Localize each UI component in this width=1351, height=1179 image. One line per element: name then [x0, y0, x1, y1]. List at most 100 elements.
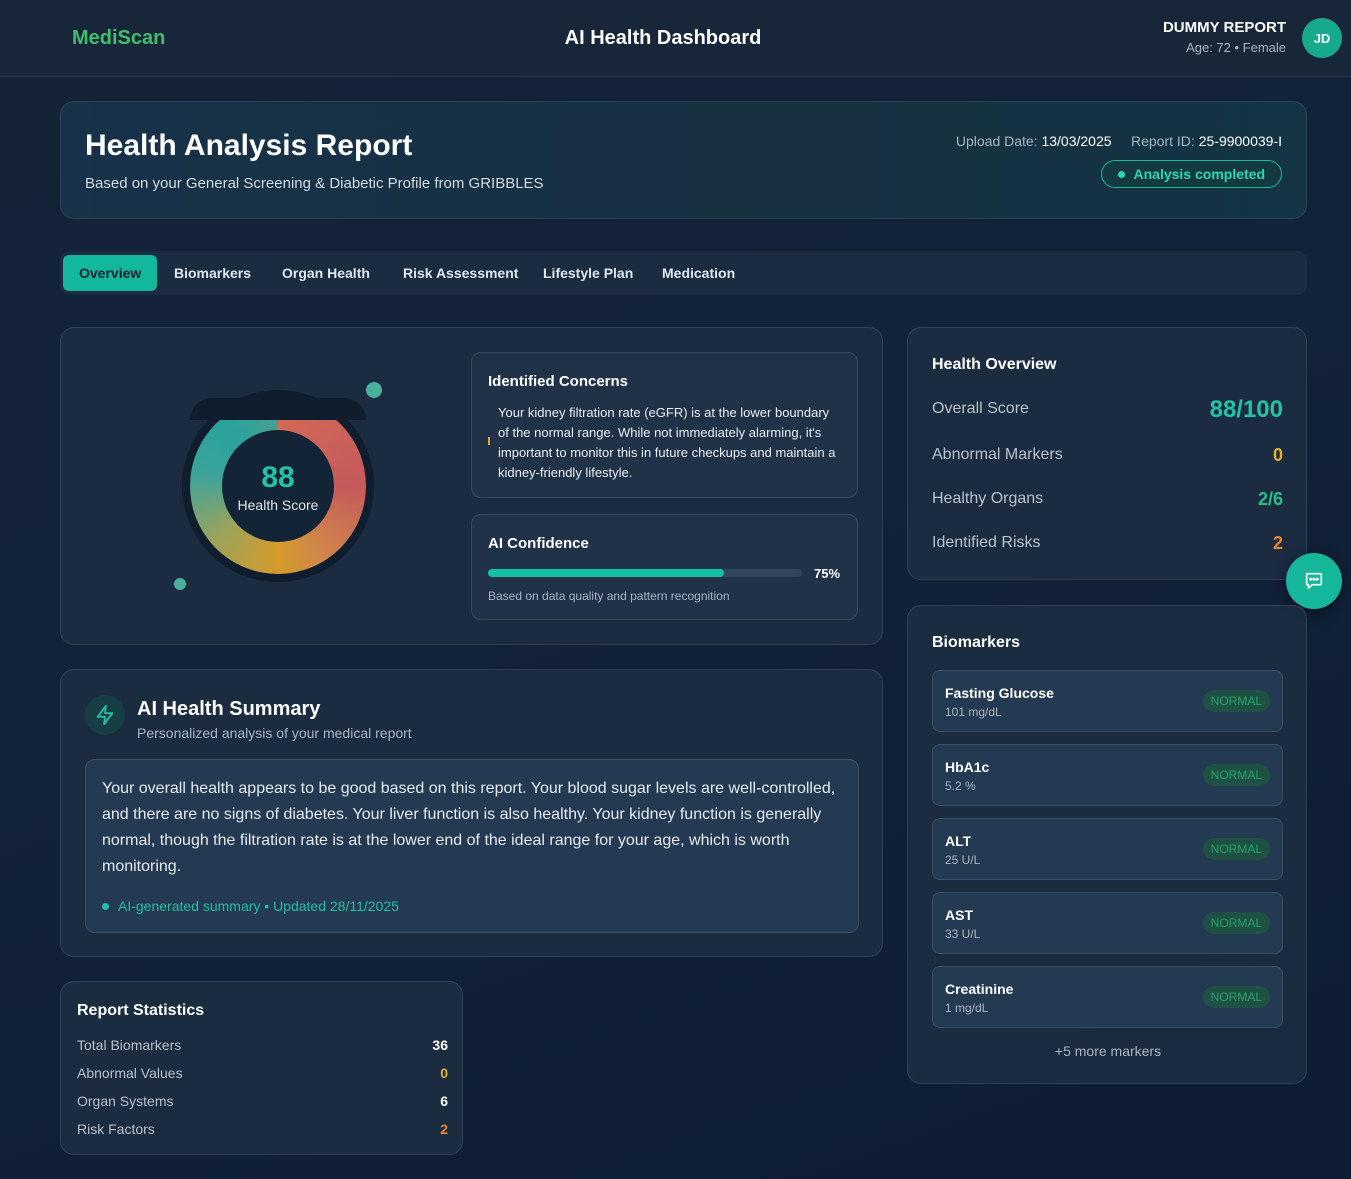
decorative-orb [366, 382, 382, 398]
upload-date: 13/03/2025 [1041, 133, 1112, 149]
top-bar: MediScan AI Health Dashboard DUMMY REPOR… [0, 0, 1351, 77]
biomarker-name: AST [945, 907, 973, 923]
identified-concerns-panel: Identified Concerns Your kidney filtrati… [471, 352, 858, 498]
overview-label: Overall Score [932, 400, 1029, 417]
confidence-note: Based on data quality and pattern recogn… [488, 589, 730, 603]
stat-row: Risk Factors 2 [77, 1121, 448, 1137]
stat-value: 0 [440, 1065, 448, 1081]
tab-bar: Overview Biomarkers Organ Health Risk As… [60, 251, 1307, 295]
biomarker-value: 25 U/L [945, 853, 981, 867]
biomarkers-card: Biomarkers Fasting Glucose 101 mg/dL NOR… [907, 605, 1307, 1084]
confidence-progress-track [488, 569, 802, 577]
page-title: Health Analysis Report [85, 129, 413, 162]
stat-label: Risk Factors [77, 1121, 155, 1137]
biomarker-value: 33 U/L [945, 927, 981, 941]
biomarker-value: 1 mg/dL [945, 1001, 989, 1015]
score-center: 88 Health Score [222, 430, 334, 542]
overall-score-value: 88/100 [1209, 396, 1283, 423]
tab-risk-assessment[interactable]: Risk Assessment [387, 255, 534, 291]
overview-title: Health Overview [932, 356, 1057, 373]
biomarker-name: HbA1c [945, 759, 990, 775]
warning-marker [488, 437, 490, 445]
overview-row: Overall Score 88/100 [932, 396, 1283, 423]
stat-value: 2 [440, 1121, 448, 1137]
overview-row: Abnormal Markers 0 [932, 445, 1283, 465]
report-subtitle: Based on your General Screening & Diabet… [85, 175, 544, 192]
status-text: Analysis completed [1133, 166, 1266, 182]
stat-row: Organ Systems 6 [77, 1093, 448, 1109]
tab-lifestyle-plan[interactable]: Lifestyle Plan [527, 255, 649, 291]
biomarker-value: 5.2 % [945, 779, 976, 793]
biomarker-name: ALT [945, 833, 972, 849]
health-score-label: Health Score [237, 497, 319, 513]
ai-summary-card: AI Health Summary Personalized analysis … [60, 669, 883, 957]
lightning-icon [85, 695, 125, 735]
summary-dot-icon [102, 903, 109, 910]
overview-value: 2 [1272, 533, 1283, 553]
overview-value: 2/6 [1257, 489, 1283, 509]
concerns-text: Your kidney filtration rate (eGFR) is at… [498, 405, 836, 480]
user-name: DUMMY REPORT [1162, 19, 1286, 36]
health-score-value: 88 [261, 461, 295, 494]
tab-medication[interactable]: Medication [646, 255, 751, 291]
stat-row: Total Biomarkers 36 [77, 1037, 448, 1053]
stats-title: Report Statistics [77, 1002, 205, 1019]
biomarker-item[interactable]: AST 33 U/L NORMAL [932, 892, 1283, 954]
health-overview-card: Health Overview Overall Score 88/100 Abn… [907, 327, 1307, 580]
report-id-label: Report ID: [1131, 133, 1195, 149]
biomarker-item[interactable]: Fasting Glucose 101 mg/dL NORMAL [932, 670, 1283, 732]
confidence-percent: 75% [814, 566, 841, 581]
biomarkers-title: Biomarkers [932, 634, 1021, 651]
report-id: 25-9900039-I [1198, 133, 1282, 149]
biomarker-value: 101 mg/dL [945, 705, 1002, 719]
chat-button[interactable] [1286, 553, 1342, 609]
stat-value: 6 [440, 1093, 448, 1109]
overview-value: 0 [1272, 445, 1283, 465]
tab-organ-health[interactable]: Organ Health [266, 255, 386, 291]
stat-value: 36 [432, 1037, 448, 1053]
status-badge: NORMAL [1202, 986, 1270, 1008]
status-badge: Analysis completed [1100, 160, 1282, 188]
app-title: AI Health Dashboard [564, 27, 762, 49]
overview-row: Healthy Organs 2/6 [932, 489, 1283, 509]
status-badge: NORMAL [1202, 838, 1270, 860]
status-badge: NORMAL [1202, 690, 1270, 712]
biomarker-item[interactable]: Creatinine 1 mg/dL NORMAL [932, 966, 1283, 1028]
concerns-title: Identified Concerns [488, 373, 629, 390]
stat-label: Organ Systems [77, 1093, 174, 1109]
decorative-orb [174, 578, 186, 590]
biomarker-item[interactable]: ALT 25 U/L NORMAL [932, 818, 1283, 880]
status-dot-icon [1117, 171, 1125, 178]
score-ring-gap [190, 398, 366, 420]
summary-subtitle: Personalized analysis of your medical re… [137, 725, 412, 741]
tab-biomarkers[interactable]: Biomarkers [158, 255, 267, 291]
summary-footer-text: AI-generated summary • Updated 28/11/202… [118, 898, 399, 914]
biomarker-name: Fasting Glucose [945, 685, 1054, 701]
summary-box: Your overall health appears to be good b… [85, 759, 859, 933]
stat-label: Abnormal Values [77, 1065, 183, 1081]
tab-overview[interactable]: Overview [63, 255, 158, 291]
user-info: DUMMY REPORT Age: 72 • Female [1163, 19, 1286, 55]
more-markers-link[interactable]: +5 more markers [908, 1043, 1308, 1059]
report-meta: Upload Date: 13/03/2025 Report ID: 25-99… [956, 133, 1282, 149]
summary-title: AI Health Summary [137, 698, 321, 720]
confidence-progress-fill [488, 569, 724, 577]
report-header: Health Analysis Report Based on your Gen… [60, 101, 1307, 219]
status-badge: NORMAL [1202, 764, 1270, 786]
overview-label: Identified Risks [932, 534, 1041, 551]
overview-row: Identified Risks 2 [932, 533, 1283, 553]
overview-label: Abnormal Markers [932, 446, 1063, 463]
biomarker-item[interactable]: HbA1c 5.2 % NORMAL [932, 744, 1283, 806]
user-meta: Age: 72 • Female [1186, 40, 1286, 55]
avatar[interactable]: JD [1302, 18, 1342, 58]
overview-label: Healthy Organs [932, 490, 1044, 507]
confidence-title: AI Confidence [488, 535, 589, 552]
biomarker-name: Creatinine [945, 981, 1014, 997]
stat-row: Abnormal Values 0 [77, 1065, 448, 1081]
upload-date-label: Upload Date: [955, 133, 1038, 149]
summary-footer: AI-generated summary • Updated 28/11/202… [102, 898, 399, 914]
stat-label: Total Biomarkers [77, 1037, 182, 1053]
report-statistics-card: Report Statistics Total Biomarkers 36 Ab… [60, 981, 463, 1155]
ai-confidence-panel: AI Confidence 75% Based on data quality … [471, 514, 858, 620]
status-badge: NORMAL [1202, 912, 1270, 934]
